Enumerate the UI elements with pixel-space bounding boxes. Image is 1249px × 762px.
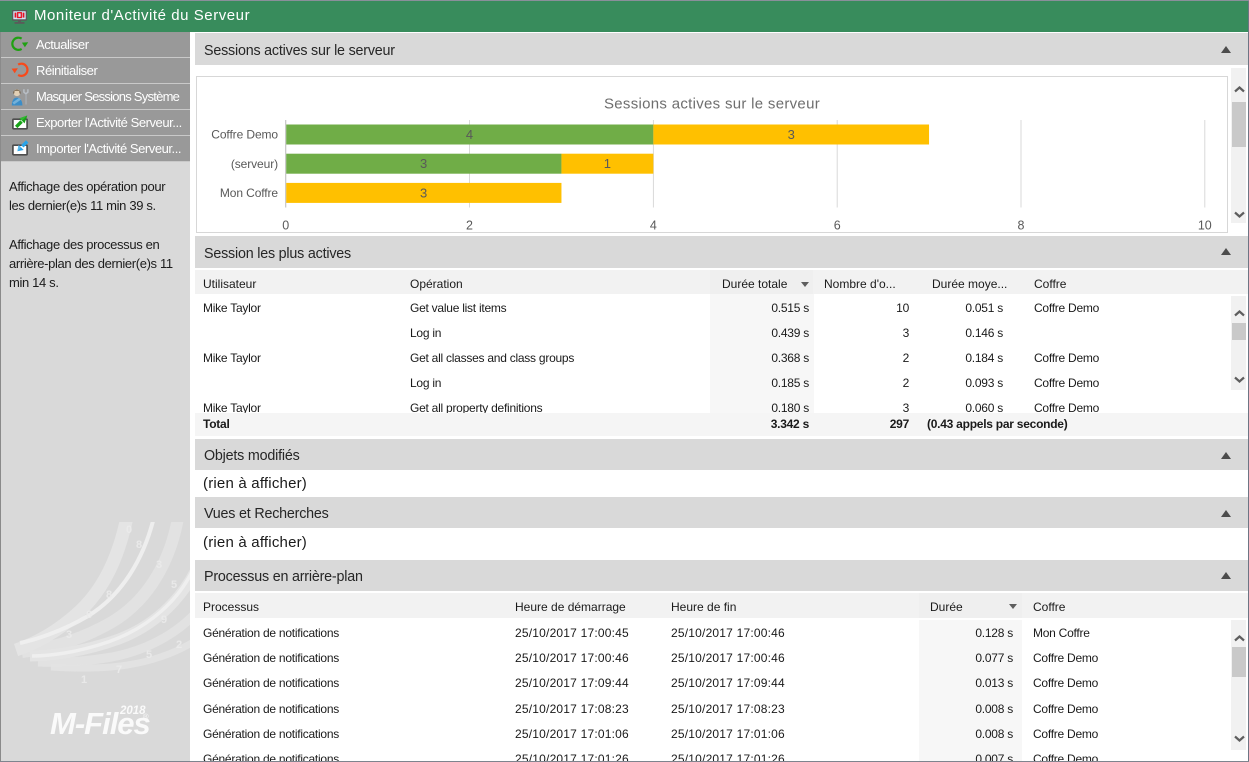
svg-text:Sessions actives sur le serveu: Sessions actives sur le serveur bbox=[604, 96, 820, 113]
svg-text:6: 6 bbox=[86, 609, 92, 621]
svg-text:4: 4 bbox=[466, 127, 473, 142]
svg-text:5: 5 bbox=[171, 579, 177, 591]
svg-text:3: 3 bbox=[788, 127, 795, 142]
svg-text:5: 5 bbox=[146, 649, 152, 661]
svg-text:6: 6 bbox=[834, 219, 841, 233]
svg-text:®: ® bbox=[143, 712, 149, 721]
svg-text:2: 2 bbox=[466, 219, 473, 233]
svg-text:1: 1 bbox=[604, 156, 611, 171]
svg-text:9: 9 bbox=[161, 614, 167, 626]
svg-text:3: 3 bbox=[66, 629, 72, 641]
svg-text:3: 3 bbox=[420, 185, 427, 200]
svg-text:1: 1 bbox=[81, 674, 87, 686]
svg-text:Coffre Demo: Coffre Demo bbox=[211, 128, 278, 142]
svg-text:Mon Coffre: Mon Coffre bbox=[220, 186, 279, 200]
svg-text:7: 7 bbox=[116, 664, 122, 676]
svg-text:(serveur): (serveur) bbox=[231, 157, 278, 171]
svg-text:4: 4 bbox=[650, 219, 657, 233]
svg-text:10: 10 bbox=[1198, 219, 1212, 233]
svg-text:3: 3 bbox=[420, 156, 427, 171]
svg-text:2: 2 bbox=[176, 639, 182, 651]
svg-text:0: 0 bbox=[126, 524, 132, 536]
svg-text:8: 8 bbox=[1018, 219, 1025, 233]
svg-text:3: 3 bbox=[156, 559, 162, 571]
svg-text:8: 8 bbox=[106, 589, 112, 601]
svg-text:0: 0 bbox=[282, 219, 289, 233]
svg-text:8: 8 bbox=[136, 539, 142, 551]
